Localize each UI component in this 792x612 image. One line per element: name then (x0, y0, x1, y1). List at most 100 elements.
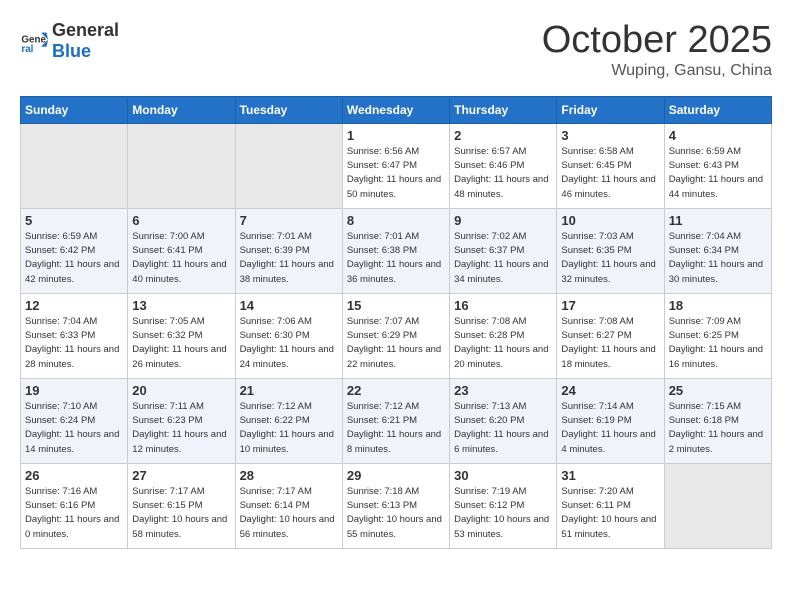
day-header-saturday: Saturday (664, 96, 771, 123)
calendar-cell (21, 123, 128, 208)
location-title: Wuping, Gansu, China (542, 62, 772, 80)
calendar-cell: 12 Sunrise: 7:04 AM Sunset: 6:33 PM Dayli… (21, 293, 128, 378)
calendar-cell: 27Sunrise: 7:17 AM Sunset: 6:15 PM Dayli… (128, 463, 235, 548)
day-number: 1 (347, 128, 445, 143)
calendar-week-2: 5 Sunrise: 6:59 AM Sunset: 6:42 PM Daylig… (21, 208, 772, 293)
cell-info: Sunrise: 7:15 AM Sunset: 6:18 PM Dayligh… (669, 400, 767, 457)
day-number: 29 (347, 468, 445, 483)
day-number: 9 (454, 213, 552, 228)
cell-info: Sunrise: 6:59 AM Sunset: 6:42 PM Dayligh… (25, 230, 123, 287)
calendar-cell: 22 Sunrise: 7:12 AM Sunset: 6:21 PM Dayli… (342, 378, 449, 463)
calendar-week-4: 19 Sunrise: 7:10 AM Sunset: 6:24 PM Dayli… (21, 378, 772, 463)
svg-text:ral: ral (21, 44, 33, 55)
cell-info: Sunrise: 7:17 AM Sunset: 6:14 PM Dayligh… (240, 485, 338, 542)
calendar-cell: 10 Sunrise: 7:03 AM Sunset: 6:35 PM Dayli… (557, 208, 664, 293)
day-number: 6 (132, 213, 230, 228)
day-header-thursday: Thursday (450, 96, 557, 123)
cell-info: Sunrise: 7:11 AM Sunset: 6:23 PM Dayligh… (132, 400, 230, 457)
calendar-cell: 7 Sunrise: 7:01 AM Sunset: 6:39 PM Daylig… (235, 208, 342, 293)
day-number: 23 (454, 383, 552, 398)
calendar-week-1: 1 Sunrise: 6:56 AM Sunset: 6:47 PM Daylig… (21, 123, 772, 208)
calendar-cell: 3 Sunrise: 6:58 AM Sunset: 6:45 PM Daylig… (557, 123, 664, 208)
calendar-cell: 2Sunrise: 6:57 AM Sunset: 6:46 PM Daylig… (450, 123, 557, 208)
calendar-cell: 11 Sunrise: 7:04 AM Sunset: 6:34 PM Dayli… (664, 208, 771, 293)
day-number: 24 (561, 383, 659, 398)
day-number: 7 (240, 213, 338, 228)
day-header-sunday: Sunday (21, 96, 128, 123)
calendar-cell: 19 Sunrise: 7:10 AM Sunset: 6:24 PM Dayli… (21, 378, 128, 463)
calendar-week-3: 12 Sunrise: 7:04 AM Sunset: 6:33 PM Dayli… (21, 293, 772, 378)
cell-info: Sunrise: 7:04 AM Sunset: 6:33 PM Dayligh… (25, 315, 123, 372)
cell-info: Sunrise: 7:12 AM Sunset: 6:21 PM Dayligh… (347, 400, 445, 457)
day-number: 12 (25, 298, 123, 313)
cell-info: Sunrise: 7:16 AM Sunset: 6:16 PM Dayligh… (25, 485, 123, 542)
calendar-table: SundayMondayTuesdayWednesdayThursdayFrid… (20, 96, 772, 549)
day-number: 5 (25, 213, 123, 228)
day-number: 14 (240, 298, 338, 313)
cell-info: Sunrise: 7:10 AM Sunset: 6:24 PM Dayligh… (25, 400, 123, 457)
day-number: 3 (561, 128, 659, 143)
day-number: 25 (669, 383, 767, 398)
calendar-cell: 20 Sunrise: 7:11 AM Sunset: 6:23 PM Dayli… (128, 378, 235, 463)
calendar-cell: 14Sunrise: 7:06 AM Sunset: 6:30 PM Dayli… (235, 293, 342, 378)
cell-info: Sunrise: 7:19 AM Sunset: 6:12 PM Dayligh… (454, 485, 552, 542)
cell-info: Sunrise: 7:01 AM Sunset: 6:38 PM Dayligh… (347, 230, 445, 287)
page-header: Gene ral General Blue October 2025 Wupin… (20, 20, 772, 80)
cell-info: Sunrise: 7:13 AM Sunset: 6:20 PM Dayligh… (454, 400, 552, 457)
cell-info: Sunrise: 7:08 AM Sunset: 6:28 PM Dayligh… (454, 315, 552, 372)
cell-info: Sunrise: 6:59 AM Sunset: 6:43 PM Dayligh… (669, 145, 767, 202)
day-number: 17 (561, 298, 659, 313)
calendar-cell: 31 Sunrise: 7:20 AM Sunset: 6:11 PM Dayli… (557, 463, 664, 548)
calendar-cell: 25 Sunrise: 7:15 AM Sunset: 6:18 PM Dayli… (664, 378, 771, 463)
cell-info: Sunrise: 6:57 AM Sunset: 6:46 PM Dayligh… (454, 145, 552, 202)
calendar-cell: 24Sunrise: 7:14 AM Sunset: 6:19 PM Dayli… (557, 378, 664, 463)
logo-icon: Gene ral (20, 27, 48, 55)
calendar-cell: 5 Sunrise: 6:59 AM Sunset: 6:42 PM Daylig… (21, 208, 128, 293)
calendar-cell: 15 Sunrise: 7:07 AM Sunset: 6:29 PM Dayli… (342, 293, 449, 378)
calendar-cell: 1 Sunrise: 6:56 AM Sunset: 6:47 PM Daylig… (342, 123, 449, 208)
cell-info: Sunrise: 7:20 AM Sunset: 6:11 PM Dayligh… (561, 485, 659, 542)
day-number: 22 (347, 383, 445, 398)
day-header-tuesday: Tuesday (235, 96, 342, 123)
month-title: October 2025 (542, 20, 772, 62)
cell-info: Sunrise: 7:07 AM Sunset: 6:29 PM Dayligh… (347, 315, 445, 372)
calendar-cell (664, 463, 771, 548)
day-number: 15 (347, 298, 445, 313)
cell-info: Sunrise: 6:56 AM Sunset: 6:47 PM Dayligh… (347, 145, 445, 202)
calendar-cell: 4 Sunrise: 6:59 AM Sunset: 6:43 PM Daylig… (664, 123, 771, 208)
day-number: 20 (132, 383, 230, 398)
calendar-cell (235, 123, 342, 208)
cell-info: Sunrise: 7:05 AM Sunset: 6:32 PM Dayligh… (132, 315, 230, 372)
day-number: 18 (669, 298, 767, 313)
day-number: 26 (25, 468, 123, 483)
calendar-cell: 28 Sunrise: 7:17 AM Sunset: 6:14 PM Dayli… (235, 463, 342, 548)
calendar-cell (128, 123, 235, 208)
cell-info: Sunrise: 7:04 AM Sunset: 6:34 PM Dayligh… (669, 230, 767, 287)
day-number: 8 (347, 213, 445, 228)
day-number: 21 (240, 383, 338, 398)
logo-text: General Blue (52, 20, 119, 62)
day-header-friday: Friday (557, 96, 664, 123)
cell-info: Sunrise: 7:09 AM Sunset: 6:25 PM Dayligh… (669, 315, 767, 372)
calendar-cell: 9Sunrise: 7:02 AM Sunset: 6:37 PM Daylig… (450, 208, 557, 293)
day-number: 19 (25, 383, 123, 398)
cell-info: Sunrise: 7:01 AM Sunset: 6:39 PM Dayligh… (240, 230, 338, 287)
calendar-cell: 21Sunrise: 7:12 AM Sunset: 6:22 PM Dayli… (235, 378, 342, 463)
day-number: 31 (561, 468, 659, 483)
day-header-monday: Monday (128, 96, 235, 123)
cell-info: Sunrise: 7:03 AM Sunset: 6:35 PM Dayligh… (561, 230, 659, 287)
calendar-cell: 13Sunrise: 7:05 AM Sunset: 6:32 PM Dayli… (128, 293, 235, 378)
calendar-cell: 30Sunrise: 7:19 AM Sunset: 6:12 PM Dayli… (450, 463, 557, 548)
day-number: 11 (669, 213, 767, 228)
day-number: 27 (132, 468, 230, 483)
title-block: October 2025 Wuping, Gansu, China (542, 20, 772, 80)
cell-info: Sunrise: 7:08 AM Sunset: 6:27 PM Dayligh… (561, 315, 659, 372)
calendar-cell: 6Sunrise: 7:00 AM Sunset: 6:41 PM Daylig… (128, 208, 235, 293)
cell-info: Sunrise: 7:18 AM Sunset: 6:13 PM Dayligh… (347, 485, 445, 542)
day-number: 10 (561, 213, 659, 228)
logo: Gene ral General Blue (20, 20, 119, 62)
day-number: 4 (669, 128, 767, 143)
day-number: 28 (240, 468, 338, 483)
day-number: 16 (454, 298, 552, 313)
cell-info: Sunrise: 6:58 AM Sunset: 6:45 PM Dayligh… (561, 145, 659, 202)
